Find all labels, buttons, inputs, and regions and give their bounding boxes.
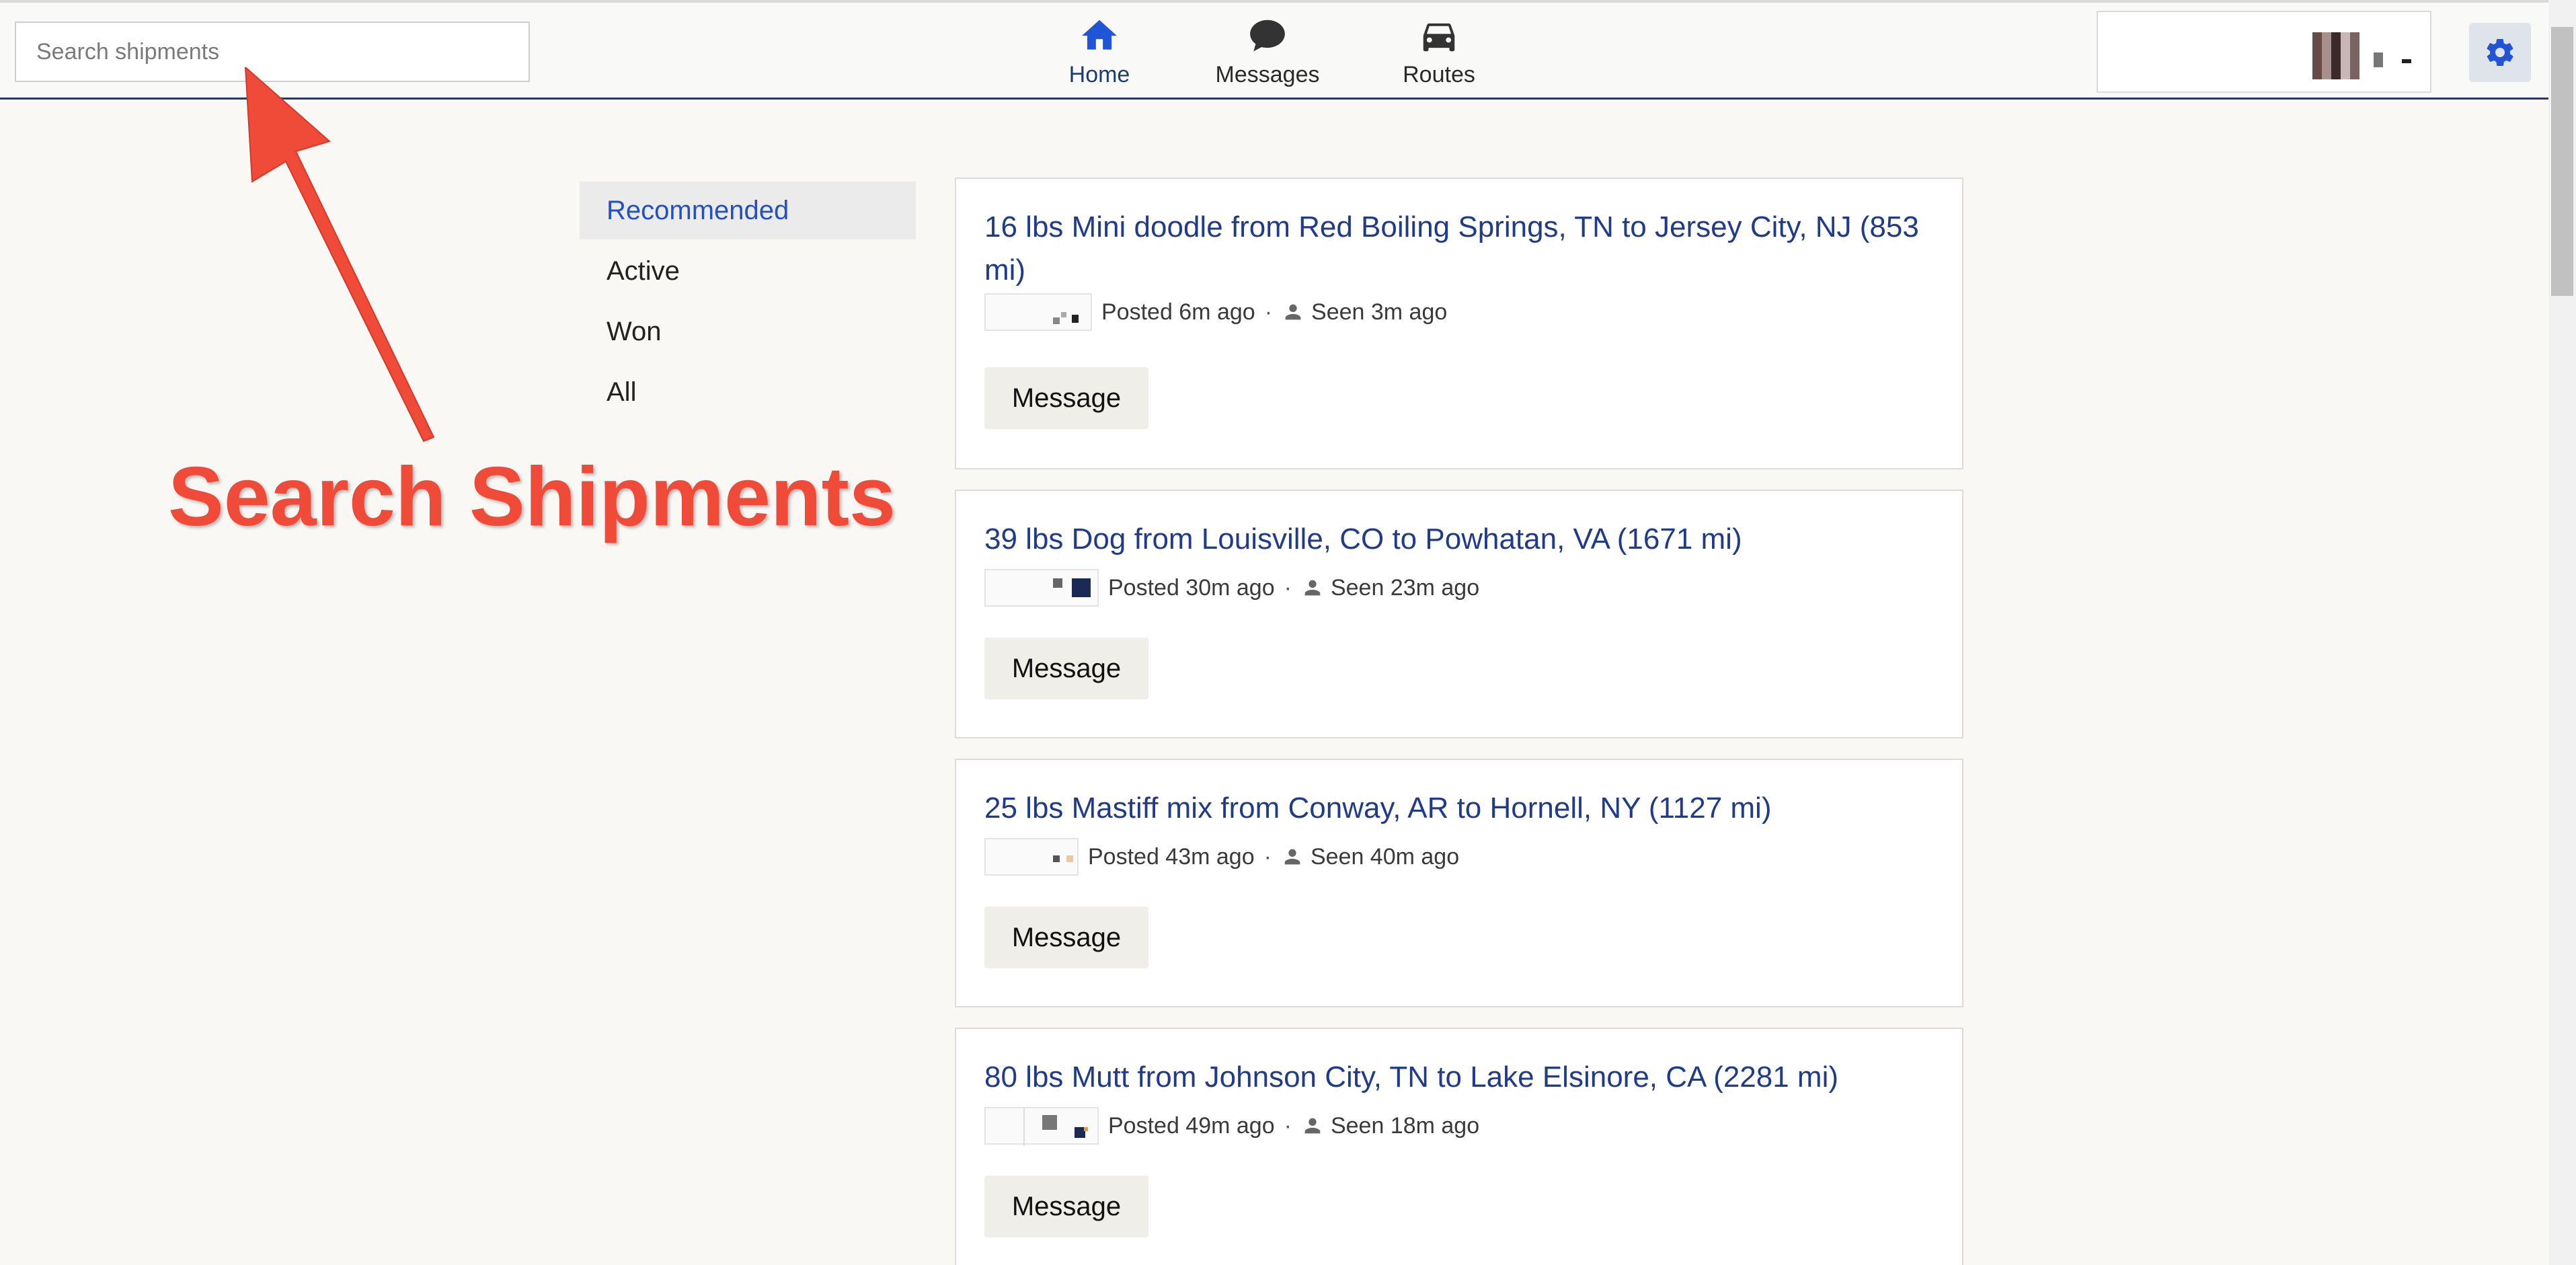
nav-home-label: Home	[1068, 62, 1130, 87]
posted-time: Posted 6m ago	[1101, 299, 1255, 325]
shipment-meta: Posted 43m ago · Seen 40m ago	[984, 838, 1459, 876]
shipment-title[interactable]: 80 lbs Mutt from Johnson City, TN to Lak…	[984, 1056, 1939, 1099]
message-button[interactable]: Message	[984, 638, 1148, 699]
tab-all[interactable]: All	[580, 363, 916, 421]
tab-active[interactable]: Active	[580, 242, 916, 300]
nav-routes[interactable]: Routes	[1392, 15, 1486, 94]
shipment-card: 16 lbs Mini doodle from Red Boiling Spri…	[955, 178, 1963, 469]
annotation-label: Search Shipments	[168, 451, 896, 543]
annotation-arrow	[244, 67, 435, 443]
tab-won[interactable]: Won	[580, 303, 916, 360]
profile-menu[interactable]	[2097, 11, 2431, 93]
seen-time: Seen 40m ago	[1310, 843, 1460, 870]
carrier-thumbnails	[984, 838, 1079, 876]
chat-bubble-icon	[1250, 20, 1285, 52]
person-icon	[1304, 580, 1321, 596]
person-icon	[1284, 849, 1300, 865]
scroll-thumb[interactable]	[2551, 27, 2573, 296]
nav-messages[interactable]: Messages	[1204, 15, 1331, 94]
gear-icon	[2487, 38, 2513, 66]
separator: ·	[1284, 1112, 1292, 1139]
message-button[interactable]: Message	[984, 1176, 1148, 1237]
posted-time: Posted 43m ago	[1088, 843, 1255, 870]
person-icon	[1285, 304, 1301, 320]
home-icon	[1082, 20, 1117, 50]
carrier-thumbnails	[984, 293, 1092, 331]
tab-recommended[interactable]: Recommended	[580, 182, 916, 239]
shipment-title[interactable]: 25 lbs Mastiff mix from Conway, AR to Ho…	[984, 787, 1939, 830]
profile-name-redacted	[2374, 52, 2383, 67]
shipment-card: 25 lbs Mastiff mix from Conway, AR to Ho…	[955, 759, 1963, 1007]
separator: ·	[1263, 843, 1272, 870]
posted-time: Posted 49m ago	[1108, 1112, 1275, 1139]
seen-time: Seen 18m ago	[1330, 1112, 1480, 1139]
message-button[interactable]: Message	[984, 367, 1148, 429]
shipment-title[interactable]: 16 lbs Mini doodle from Red Boiling Spri…	[984, 206, 1939, 292]
nav-messages-label: Messages	[1215, 62, 1320, 87]
shipment-meta: Posted 6m ago · Seen 3m ago	[984, 293, 1447, 331]
person-icon	[1304, 1118, 1321, 1134]
profile-caret	[2402, 59, 2411, 63]
shipment-title[interactable]: 39 lbs Dog from Louisville, CO to Powhat…	[984, 518, 1939, 561]
carrier-thumbnails	[984, 1107, 1099, 1146]
message-button[interactable]: Message	[984, 907, 1148, 968]
seen-time: Seen 3m ago	[1311, 299, 1448, 325]
posted-time: Posted 30m ago	[1108, 574, 1275, 601]
settings-button[interactable]	[2469, 23, 2531, 82]
shipment-card: 39 lbs Dog from Louisville, CO to Powhat…	[955, 490, 1963, 738]
car-icon	[1423, 23, 1455, 52]
nav-home[interactable]: Home	[1062, 15, 1136, 94]
page-scrollbar[interactable]	[2548, 0, 2576, 1265]
separator: ·	[1284, 574, 1292, 601]
seen-time: Seen 23m ago	[1330, 574, 1480, 601]
separator: ·	[1264, 299, 1273, 325]
carrier-thumbnails	[984, 569, 1099, 607]
shipment-meta: Posted 49m ago · Seen 18m ago	[984, 1107, 1480, 1146]
shipment-meta: Posted 30m ago · Seen 23m ago	[984, 569, 1479, 607]
shipment-card: 80 lbs Mutt from Johnson City, TN to Lak…	[955, 1028, 1963, 1265]
nav-routes-label: Routes	[1403, 62, 1475, 87]
avatar	[2312, 32, 2359, 79]
